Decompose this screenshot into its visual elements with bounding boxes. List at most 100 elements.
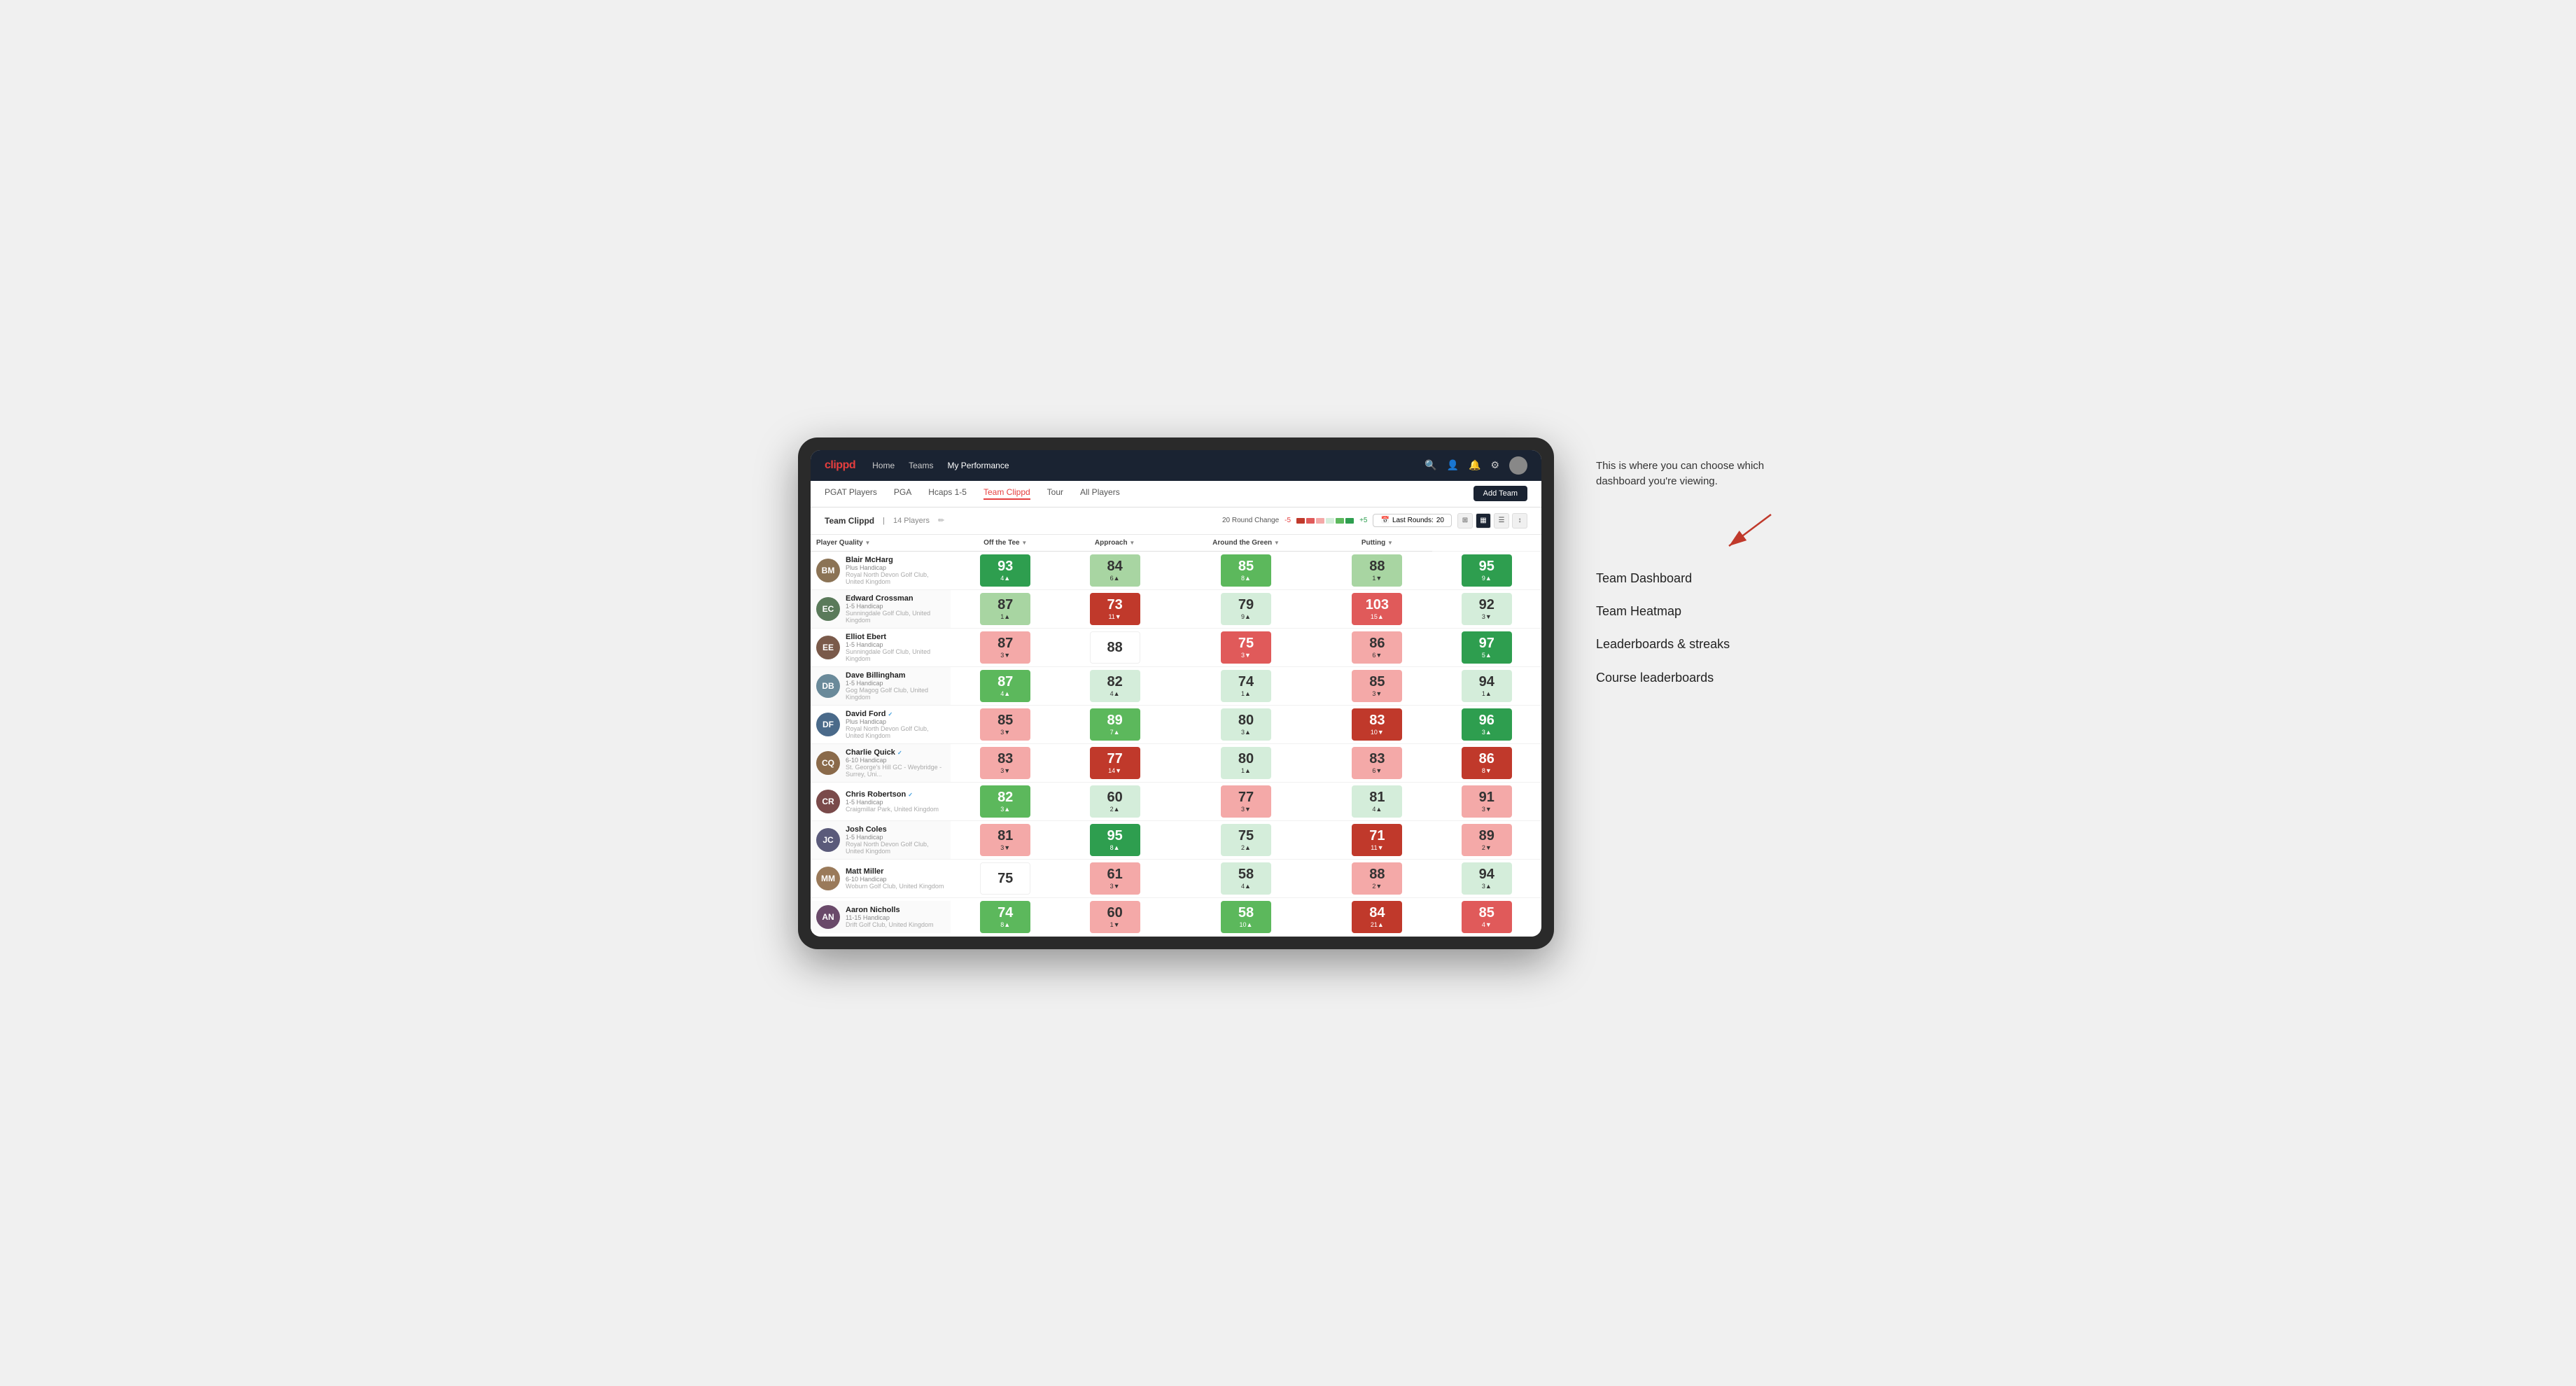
player-club: Royal North Devon Golf Club, United King…: [846, 725, 945, 739]
player-cell[interactable]: DF David Ford ✓ Plus Handicap Royal Nort…: [811, 705, 951, 743]
tablet-frame: clippd Home Teams My Performance 🔍 👤 🔔 ⚙…: [798, 438, 1554, 949]
score-number-off_tee: 60: [1107, 790, 1122, 804]
score-cell-quality: 82 3▲: [951, 782, 1060, 820]
score-box-off_tee: 60 1▼: [1090, 901, 1140, 933]
score-box-approach: 58 10▲: [1221, 901, 1271, 933]
player-club: Gog Magog Golf Club, United Kingdom: [846, 687, 945, 701]
score-cell-approach: 77 3▼: [1170, 782, 1322, 820]
player-name: Charlie Quick ✓: [846, 748, 945, 757]
player-handicap: 6-10 Handicap: [846, 757, 945, 764]
player-cell[interactable]: MM Matt Miller 6-10 Handicap Woburn Golf…: [811, 859, 951, 897]
score-cell-around_green: 84 21▲: [1322, 897, 1432, 936]
player-cell[interactable]: EC Edward Crossman 1-5 Handicap Sunningd…: [811, 589, 951, 628]
nav-icons: 🔍 👤 🔔 ⚙: [1424, 456, 1527, 475]
score-change: 3▼: [1482, 613, 1492, 620]
subnav-tour[interactable]: Tour: [1047, 487, 1063, 500]
search-icon[interactable]: 🔍: [1424, 459, 1436, 471]
score-cell-around_green: 83 6▼: [1322, 743, 1432, 782]
score-cell-off_tee: 89 7▲: [1060, 705, 1169, 743]
score-cell-around_green: 86 6▼: [1322, 628, 1432, 666]
player-info-container: AN Aaron Nicholls 11-15 Handicap Drift G…: [811, 901, 951, 933]
score-number-off_tee: 77: [1107, 752, 1122, 766]
score-change: 10▼: [1371, 729, 1384, 736]
player-handicap: 1-5 Handicap: [846, 799, 939, 806]
player-cell[interactable]: EE Elliot Ebert 1-5 Handicap Sunningdale…: [811, 628, 951, 666]
player-cell[interactable]: CR Chris Robertson ✓ 1-5 Handicap Craigm…: [811, 782, 951, 820]
user-icon[interactable]: 👤: [1447, 459, 1459, 471]
player-details: Dave Billingham 1-5 Handicap Gog Magog G…: [846, 671, 945, 701]
score-cell-putting: 94 3▲: [1432, 859, 1541, 897]
player-club: Royal North Devon Golf Club, United King…: [846, 571, 945, 585]
player-name: Chris Robertson ✓: [846, 790, 939, 799]
player-cell[interactable]: BM Blair McHarg Plus Handicap Royal Nort…: [811, 551, 951, 589]
heatmap-view-button[interactable]: ▦: [1476, 513, 1491, 528]
table-row: EC Edward Crossman 1-5 Handicap Sunningd…: [811, 589, 1541, 628]
grid-view-button[interactable]: ⊞: [1457, 513, 1473, 528]
bell-icon[interactable]: 🔔: [1469, 459, 1480, 471]
nav-link-home[interactable]: Home: [872, 461, 895, 470]
score-number-off_tee: 82: [1107, 675, 1122, 689]
add-team-button[interactable]: Add Team: [1474, 486, 1527, 501]
score-cell-around_green: 103 15▲: [1322, 589, 1432, 628]
score-cell-approach: 80 3▲: [1170, 705, 1322, 743]
score-box-putting: 97 5▲: [1462, 631, 1512, 664]
score-change: 14▼: [1108, 767, 1121, 774]
color-seg-green: [1336, 518, 1344, 524]
score-cell-off_tee: 84 6▲: [1060, 551, 1169, 589]
settings-icon[interactable]: ⚙: [1490, 459, 1499, 471]
score-cell-approach: 58 10▲: [1170, 897, 1322, 936]
player-name: Josh Coles: [846, 825, 945, 834]
score-number-approach: 58: [1238, 867, 1254, 881]
score-change: 10▲: [1240, 921, 1253, 928]
score-number-quality: 81: [997, 829, 1013, 843]
score-change: 3▼: [1000, 729, 1010, 736]
score-box-around_green: 83 10▼: [1352, 708, 1402, 741]
score-change: 6▼: [1372, 652, 1382, 659]
subnav-all-players[interactable]: All Players: [1080, 487, 1120, 500]
annotation-callout: This is where you can choose which dashb…: [1596, 458, 1778, 490]
nav-link-my-performance[interactable]: My Performance: [947, 461, 1009, 470]
sort-button[interactable]: ↕: [1512, 513, 1527, 528]
score-number-off_tee: 95: [1107, 829, 1122, 843]
nav-link-teams[interactable]: Teams: [909, 461, 933, 470]
table-row: DB Dave Billingham 1-5 Handicap Gog Mago…: [811, 666, 1541, 705]
avatar[interactable]: [1509, 456, 1527, 475]
page-wrapper: clippd Home Teams My Performance 🔍 👤 🔔 ⚙…: [798, 438, 1778, 949]
subnav-hcaps[interactable]: Hcaps 1-5: [928, 487, 967, 500]
score-box-off_tee: 84 6▲: [1090, 554, 1140, 587]
score-number-putting: 86: [1479, 752, 1494, 766]
score-cell-around_green: 88 2▼: [1322, 859, 1432, 897]
subnav-pga[interactable]: PGA: [894, 487, 911, 500]
player-avatar: MM: [816, 867, 840, 890]
score-change: 8▼: [1482, 767, 1492, 774]
verified-icon: ✓: [897, 750, 902, 756]
score-box-putting: 94 1▲: [1462, 670, 1512, 702]
app-logo[interactable]: clippd: [825, 459, 855, 472]
score-cell-quality: 83 3▼: [951, 743, 1060, 782]
subnav-pgat[interactable]: PGAT Players: [825, 487, 877, 500]
player-avatar: AN: [816, 905, 840, 929]
player-handicap: 1-5 Handicap: [846, 680, 945, 687]
sub-nav: PGAT Players PGA Hcaps 1-5 Team Clippd T…: [811, 481, 1541, 507]
last-rounds-button[interactable]: 📅 Last Rounds: 20: [1373, 514, 1452, 527]
sort-arrow-putting: ▼: [1387, 540, 1393, 546]
score-box-quality: 87 4▲: [980, 670, 1030, 702]
player-cell[interactable]: CQ Charlie Quick ✓ 6-10 Handicap St. Geo…: [811, 743, 951, 782]
player-details: David Ford ✓ Plus Handicap Royal North D…: [846, 710, 945, 739]
score-change: 3▼: [1110, 883, 1120, 890]
edit-icon[interactable]: ✏: [938, 516, 944, 525]
score-number-quality: 87: [997, 636, 1013, 650]
score-box-off_tee: 95 8▲: [1090, 824, 1140, 856]
score-cell-putting: 95 9▲: [1432, 551, 1541, 589]
score-number-around_green: 83: [1369, 752, 1385, 766]
player-cell[interactable]: AN Aaron Nicholls 11-15 Handicap Drift G…: [811, 897, 951, 936]
list-view-button[interactable]: ☰: [1494, 513, 1509, 528]
player-cell[interactable]: JC Josh Coles 1-5 Handicap Royal North D…: [811, 820, 951, 859]
subnav-team-clippd[interactable]: Team Clippd: [983, 487, 1030, 500]
score-cell-putting: 85 4▼: [1432, 897, 1541, 936]
player-handicap: 1-5 Handicap: [846, 603, 945, 610]
score-change: 9▲: [1241, 613, 1251, 620]
score-cell-off_tee: 60 2▲: [1060, 782, 1169, 820]
player-cell[interactable]: DB Dave Billingham 1-5 Handicap Gog Mago…: [811, 666, 951, 705]
score-number-approach: 77: [1238, 790, 1254, 804]
